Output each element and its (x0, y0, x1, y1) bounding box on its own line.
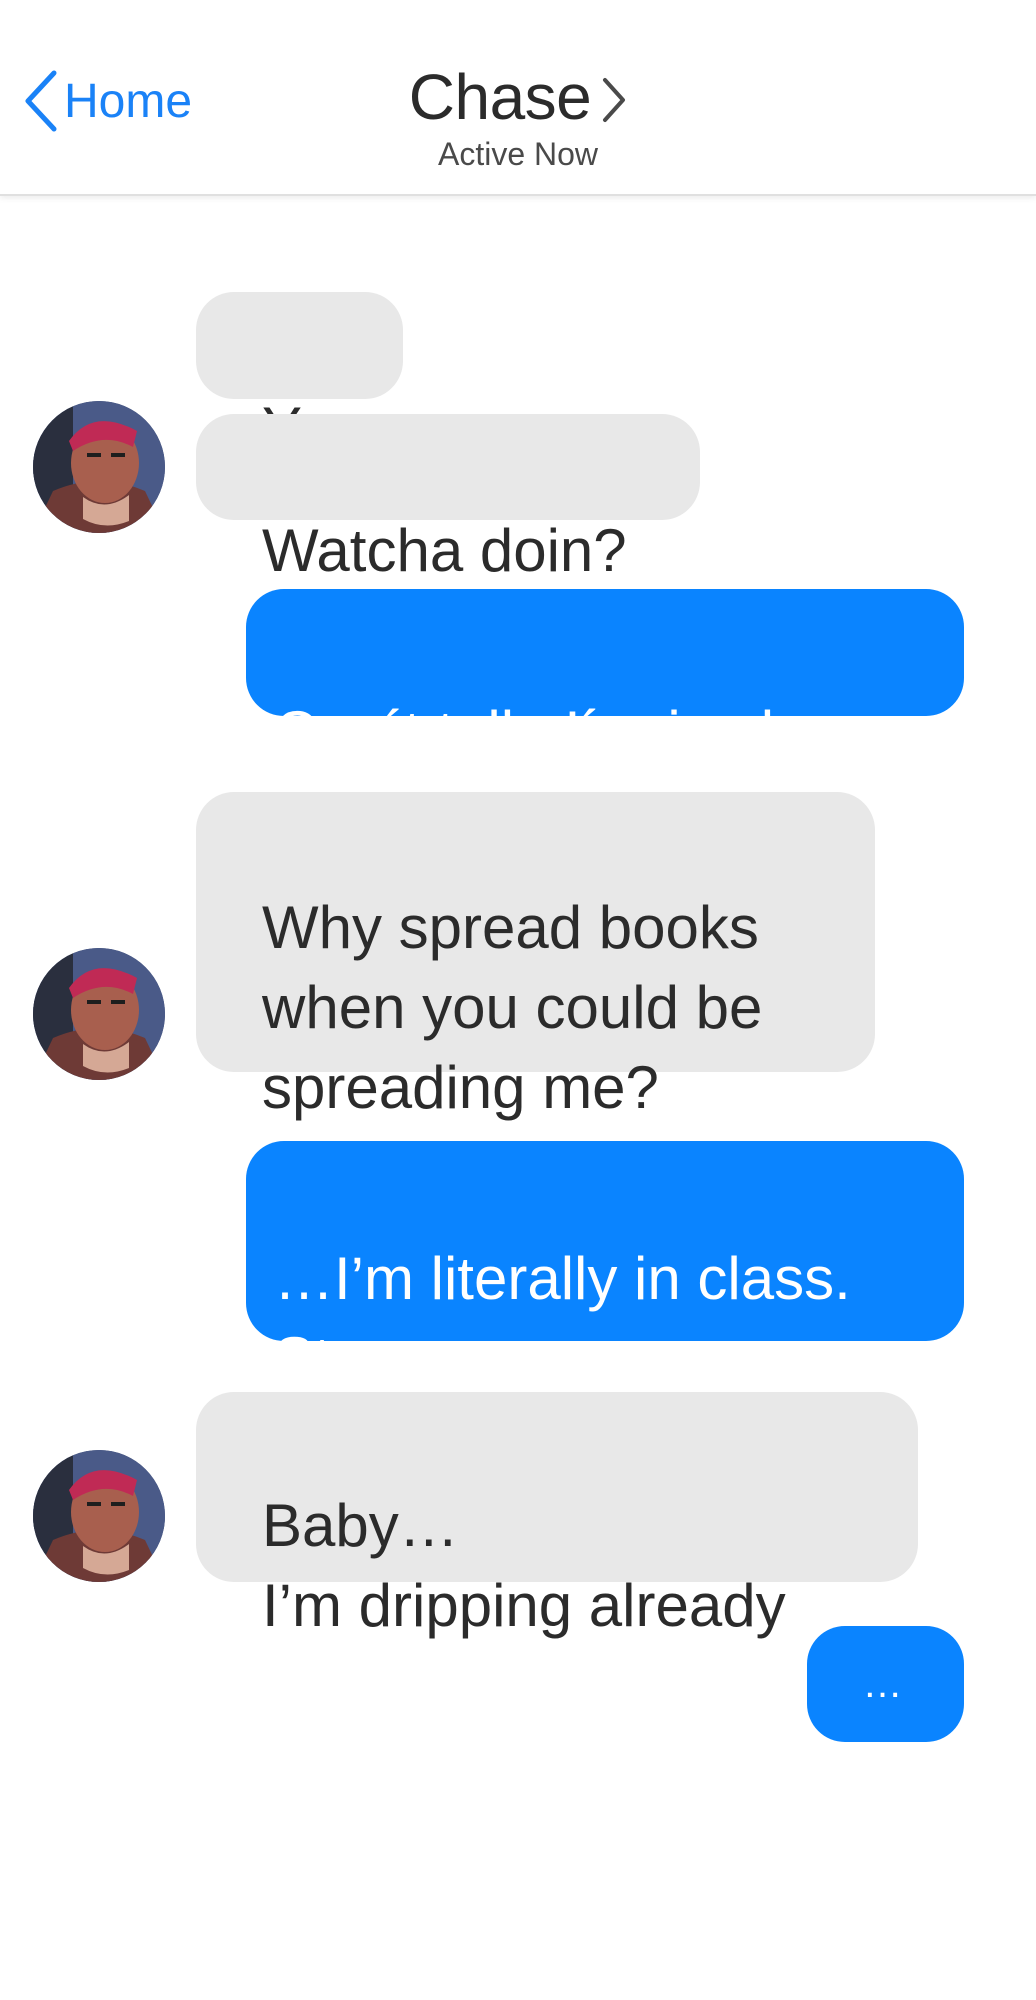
message-text: Watcha doin? (262, 517, 627, 584)
message-text: Can´t talk, I´m in class (274, 699, 868, 766)
message-bubble-outgoing: …I’m literally in class. Stop (246, 1141, 964, 1392)
message-bubble-incoming: Yo (196, 292, 403, 462)
message-bubble-outgoing: Can´t talk, I´m in class (246, 589, 964, 766)
message-bubble-incoming: Baby… I’m dripping already (196, 1392, 918, 1639)
contact-avatar-image (33, 1450, 165, 1582)
contact-avatar-image (33, 948, 165, 1080)
contact-info: Chase Active Now (0, 60, 1036, 173)
chat-header: Home Chase Active Now (0, 0, 1036, 196)
message-text: Baby… I’m dripping already (262, 1492, 786, 1639)
avatar[interactable] (33, 1450, 165, 1582)
avatar[interactable] (33, 401, 165, 533)
message-bubble-incoming: Why spread books when you could be sprea… (196, 792, 875, 1121)
message-text: …I’m literally in class. Stop (274, 1245, 851, 1392)
contact-name: Chase (408, 61, 592, 133)
chevron-right-icon (603, 78, 626, 122)
message-text: Why spread books when you could be sprea… (262, 894, 763, 1121)
contact-status: Active Now (437, 136, 599, 172)
avatar[interactable] (33, 948, 165, 1080)
message-bubble-incoming: Watcha doin? (196, 414, 700, 584)
contact-profile-link[interactable]: Chase (409, 60, 628, 134)
typing-dots: … (862, 1662, 909, 1706)
contact-avatar-image (33, 401, 165, 533)
typing-indicator: … (807, 1626, 964, 1742)
